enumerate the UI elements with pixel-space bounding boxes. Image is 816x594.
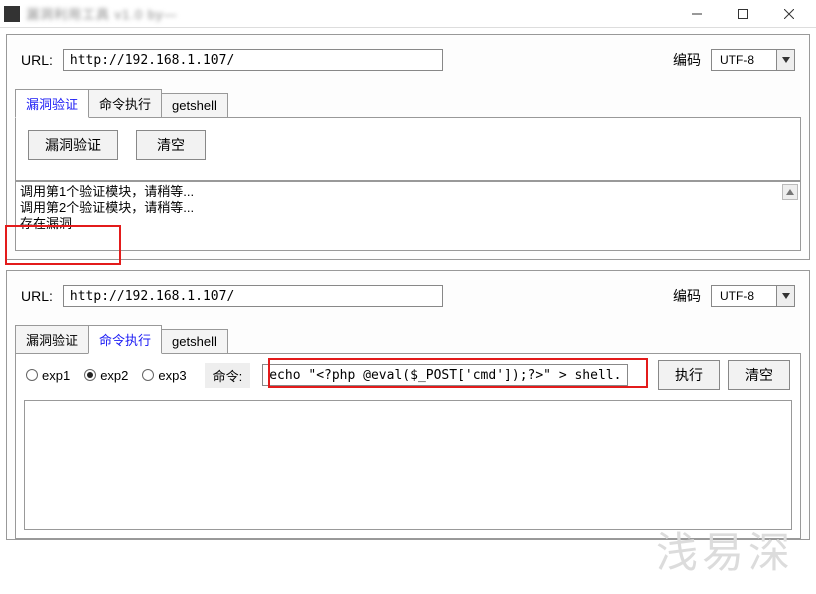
clear-button[interactable]: 清空 [728, 360, 790, 390]
encoding-label: 编码 [673, 50, 701, 70]
close-button[interactable] [766, 0, 812, 28]
encoding-select[interactable]: UTF-8 [711, 49, 795, 71]
execute-button[interactable]: 执行 [658, 360, 720, 390]
encoding-value: UTF-8 [712, 50, 776, 70]
command-input[interactable] [262, 364, 628, 386]
output-line: 存在漏洞 [20, 216, 796, 232]
url-label: URL: [21, 52, 53, 68]
encoding-value: UTF-8 [712, 286, 776, 306]
tab-getshell[interactable]: getshell [161, 329, 228, 354]
verify-button[interactable]: 漏洞验证 [28, 130, 118, 160]
maximize-button[interactable] [720, 0, 766, 28]
url-row: URL: 编码 UTF-8 [7, 271, 809, 325]
url-row: URL: 编码 UTF-8 [7, 35, 809, 89]
radio-icon [142, 369, 154, 381]
tab-content: 漏洞验证 清空 [15, 117, 801, 181]
output-box[interactable] [24, 400, 792, 530]
command-row: exp1 exp2 exp3 命令: 执行 清空 [24, 354, 792, 396]
encoding-select[interactable]: UTF-8 [711, 285, 795, 307]
tab-verify[interactable]: 漏洞验证 [15, 89, 89, 118]
button-bar: 漏洞验证 清空 [24, 126, 792, 172]
app-icon [4, 6, 20, 22]
clear-button[interactable]: 清空 [136, 130, 206, 160]
chevron-down-icon [776, 50, 794, 70]
window-title: 漏洞利用工具 v1.0 by— [26, 4, 674, 23]
chevron-down-icon [776, 286, 794, 306]
minimize-button[interactable] [674, 0, 720, 28]
radio-exp1[interactable]: exp1 [26, 368, 70, 383]
radio-icon [84, 369, 96, 381]
command-label: 命令: [205, 363, 251, 388]
titlebar: 漏洞利用工具 v1.0 by— [0, 0, 816, 28]
url-input[interactable] [63, 49, 443, 71]
tab-row: 漏洞验证 命令执行 getshell [7, 89, 809, 118]
encoding-label: 编码 [673, 286, 701, 306]
tab-cmdexec[interactable]: 命令执行 [88, 325, 162, 354]
tab-row: 漏洞验证 命令执行 getshell [7, 325, 809, 354]
radio-label: exp3 [158, 368, 186, 383]
url-input[interactable] [63, 285, 443, 307]
radio-exp2[interactable]: exp2 [84, 368, 128, 383]
tab-content: exp1 exp2 exp3 命令: 执行 清空 [15, 353, 801, 539]
radio-icon [26, 369, 38, 381]
window-controls [674, 0, 812, 28]
tab-verify[interactable]: 漏洞验证 [15, 325, 89, 354]
panel-verify: URL: 编码 UTF-8 漏洞验证 命令执行 getshell 漏洞验证 清空… [6, 34, 810, 260]
output-line: 调用第1个验证模块，请稍等... [20, 184, 796, 200]
tab-cmdexec[interactable]: 命令执行 [88, 89, 162, 118]
radio-label: exp1 [42, 368, 70, 383]
panel-cmdexec: URL: 编码 UTF-8 漏洞验证 命令执行 getshell exp1 ex… [6, 270, 810, 540]
tab-getshell[interactable]: getshell [161, 93, 228, 118]
output-line: 调用第2个验证模块，请稍等... [20, 200, 796, 216]
output-box[interactable]: 调用第1个验证模块，请稍等... 调用第2个验证模块，请稍等... 存在漏洞 [15, 181, 801, 251]
url-label: URL: [21, 288, 53, 304]
radio-label: exp2 [100, 368, 128, 383]
scroll-up-icon[interactable] [782, 184, 798, 200]
radio-exp3[interactable]: exp3 [142, 368, 186, 383]
